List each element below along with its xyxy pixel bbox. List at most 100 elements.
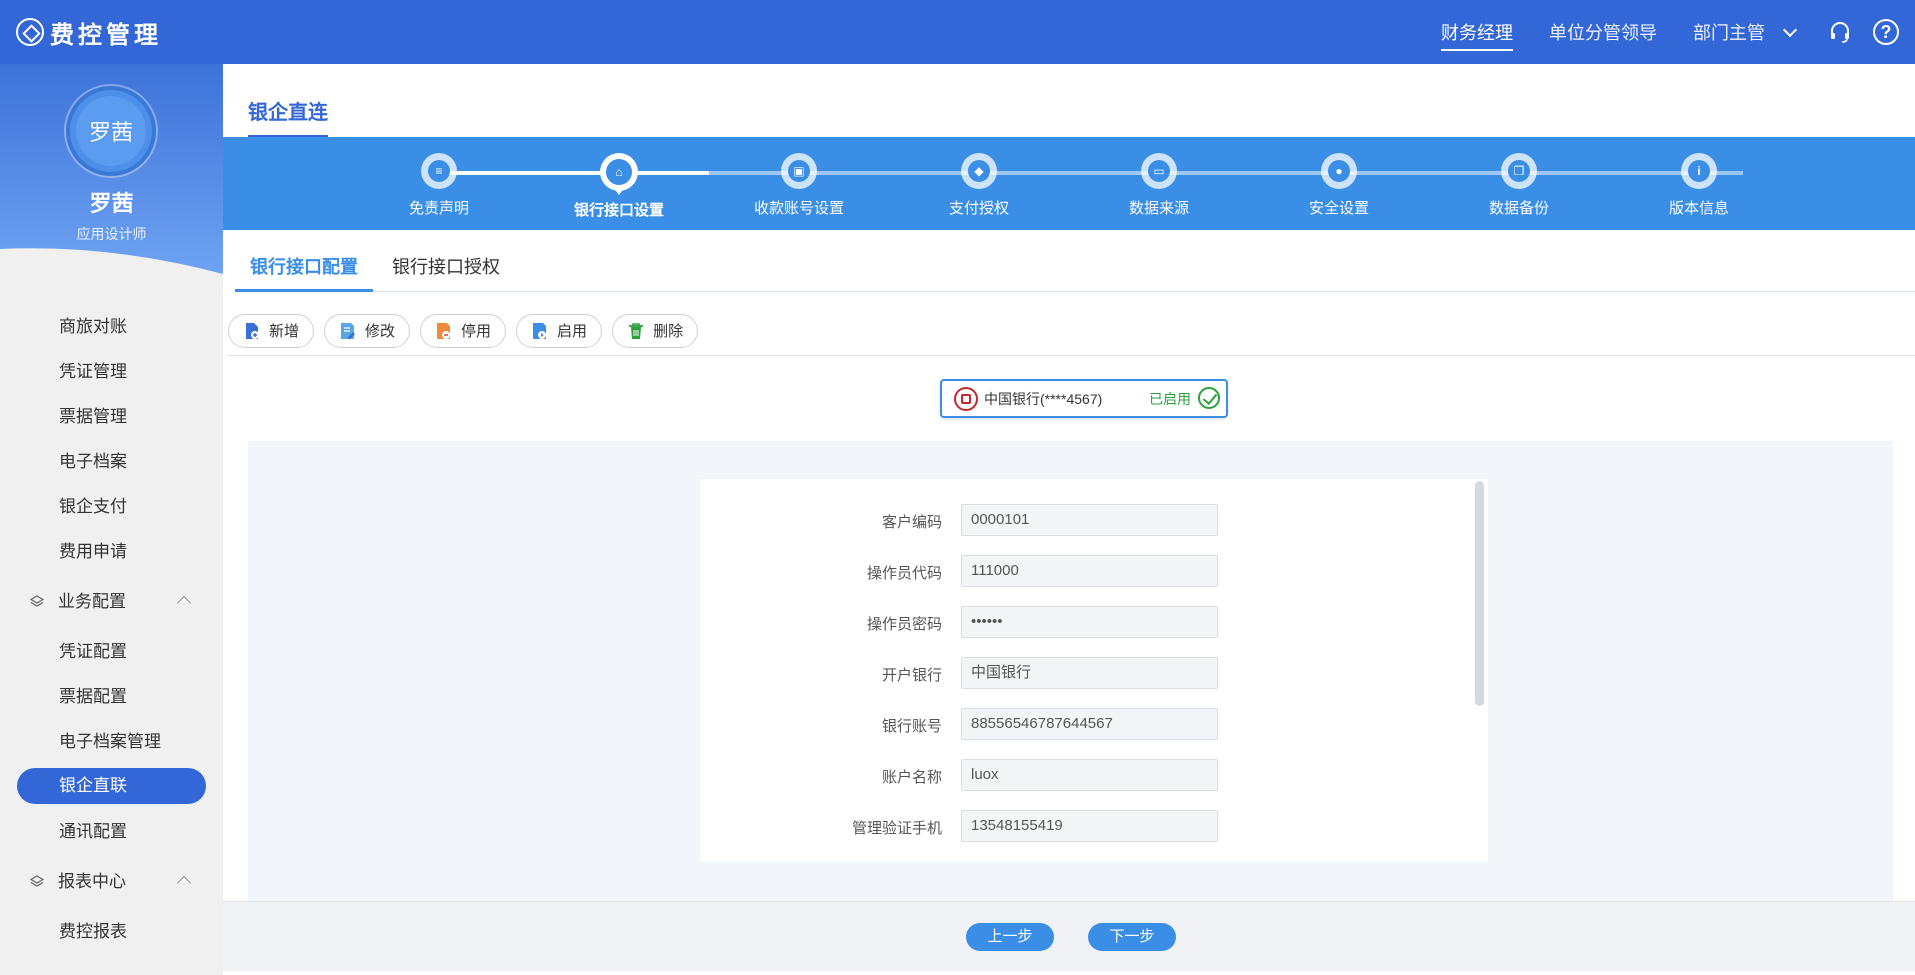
sidebar-item-expense-report[interactable]: 费控报表	[0, 909, 223, 954]
sidebar-item-business-travel[interactable]: 商旅对账	[0, 304, 223, 349]
add-doc-icon	[243, 322, 261, 340]
toolbar: 新增 修改 停用 启用 删除	[228, 306, 1915, 356]
field-label: 操作员密码	[866, 616, 942, 633]
disable-button[interactable]: 停用	[420, 313, 507, 348]
sidebar-group-label: 业务配置	[58, 592, 126, 611]
step-data-source[interactable]: ▭ 数据来源	[1079, 153, 1239, 218]
role-tab-finance-manager[interactable]: 财务经理	[1441, 11, 1513, 53]
field-label: 管理验证手机	[851, 820, 942, 837]
step-label: 银行接口设置	[573, 202, 664, 219]
step-bank-interface[interactable]: ⌂ 银行接口设置	[539, 153, 699, 220]
sidebar-item-voucher-config[interactable]: 凭证配置	[0, 629, 223, 674]
role-tab-unit-leader[interactable]: 单位分管领导	[1549, 11, 1657, 53]
step-dot: ▭	[1141, 153, 1177, 189]
step-data-backup[interactable]: ❐ 数据备份	[1439, 153, 1599, 218]
sidebar-item-comm-config[interactable]: 通讯配置	[0, 809, 223, 854]
disable-icon	[435, 322, 453, 340]
verify-phone-input[interactable]: 13548155419	[961, 810, 1218, 842]
logo-icon	[16, 18, 44, 46]
app-logo: 费控管理	[16, 16, 162, 49]
sidebar-item-invoice-config[interactable]: 票据配置	[0, 674, 223, 719]
step-label: 数据备份	[1488, 200, 1549, 217]
edit-button[interactable]: 修改	[324, 313, 411, 348]
chevron-down-icon	[1782, 22, 1798, 38]
headset-icon[interactable]	[1827, 19, 1853, 45]
field-label: 操作员代码	[866, 565, 942, 582]
step-label: 版本信息	[1668, 200, 1729, 217]
footer-bar: 上一步 下一步	[223, 901, 1915, 971]
add-button[interactable]: 新增	[228, 313, 315, 348]
opening-bank-input[interactable]: 中国银行	[961, 657, 1218, 689]
form-scrollbar[interactable]	[1475, 481, 1484, 706]
operator-code-input[interactable]: 111000	[961, 555, 1218, 587]
next-step-button[interactable]: 下一步	[1088, 923, 1176, 951]
user-name: 罗茜	[89, 191, 134, 216]
sidebar-group-report-center[interactable]: 报表中心	[0, 854, 223, 909]
page-tab-bank-direct[interactable]: 银企直连	[248, 96, 328, 138]
step-security[interactable]: ● 安全设置	[1259, 153, 1419, 218]
sidebar-item-voucher[interactable]: 凭证管理	[0, 349, 223, 394]
user-role: 应用设计师	[76, 226, 147, 242]
profile-panel: 罗茜 罗茜 应用设计师	[0, 64, 223, 274]
sidebar-item-e-archive-mgmt[interactable]: 电子档案管理	[0, 719, 223, 764]
field-label: 银行账号	[881, 718, 942, 735]
delete-button[interactable]: 删除	[612, 313, 699, 348]
field-customer-code: 客户编码 0000101	[700, 504, 1488, 536]
avatar[interactable]: 罗茜	[66, 86, 156, 176]
step-receiving-account[interactable]: ▣ 收款账号设置	[719, 153, 879, 218]
step-version-info[interactable]: i 版本信息	[1619, 153, 1779, 218]
disable-label: 停用	[461, 323, 492, 340]
bank-account-input[interactable]: 88556546787644567	[961, 708, 1218, 740]
operator-password-input[interactable]: ••••••	[961, 606, 1218, 638]
field-opening-bank: 开户银行 中国银行	[700, 657, 1488, 689]
customer-code-input[interactable]: 0000101	[961, 504, 1218, 536]
copy-icon: ❐	[1508, 160, 1530, 182]
step-dot: ●	[1321, 153, 1357, 189]
field-verify-phone: 管理验证手机 13548155419	[700, 810, 1488, 842]
sidebar-item-e-archive[interactable]: 电子档案	[0, 439, 223, 484]
delete-label: 删除	[653, 323, 684, 340]
top-nav: 财务经理 单位分管领导 部门主管 ?	[1441, 0, 1915, 64]
main-content: 银企直连 ≡ 免责声明 ⌂ 银行接口设置 ▣ 收款账号设置 ◆ 支付授权 ▭ 数…	[223, 64, 1915, 975]
bank-account-card[interactable]: 中国银行(****4567) 已启用	[940, 379, 1228, 418]
sidebar-item-invoice[interactable]: 票据管理	[0, 394, 223, 439]
sidebar-item-bank-direct[interactable]: 银企直联	[17, 768, 206, 804]
tab-bank-interface-auth[interactable]: 银行接口授权	[377, 242, 515, 292]
shield-icon: ◆	[968, 160, 990, 182]
account-name-input[interactable]: luox	[961, 759, 1218, 791]
role-tab-dept-head[interactable]: 部门主管	[1693, 11, 1798, 53]
step-progress-bar: ≡ 免责声明 ⌂ 银行接口设置 ▣ 收款账号设置 ◆ 支付授权 ▭ 数据来源 ●…	[223, 137, 1915, 230]
chevron-up-icon	[176, 875, 192, 891]
chevron-up-icon	[176, 595, 192, 611]
app-title: 费控管理	[50, 21, 162, 49]
field-bank-account: 银行账号 88556546787644567	[700, 708, 1488, 740]
form-area: 客户编码 0000101 操作员代码 111000 操作员密码 •••••• 开…	[248, 441, 1893, 901]
step-dot: ❐	[1501, 153, 1537, 189]
monitor-icon: ▭	[1148, 160, 1170, 182]
step-label: 收款账号设置	[753, 200, 844, 217]
enable-label: 启用	[557, 323, 588, 340]
prev-step-button[interactable]: 上一步	[966, 923, 1054, 951]
info-icon: i	[1688, 160, 1710, 182]
bank-icon: ⌂	[606, 159, 632, 185]
sidebar: 罗茜 罗茜 应用设计师 商旅对账 凭证管理 票据管理 电子档案 银企支付 费用申…	[0, 64, 223, 975]
step-dot: ▣	[781, 153, 817, 189]
sidebar-group-business-config[interactable]: 业务配置	[0, 574, 223, 629]
help-icon[interactable]: ?	[1873, 19, 1899, 45]
step-label: 安全设置	[1308, 200, 1369, 217]
edit-icon	[339, 322, 357, 340]
field-operator-code: 操作员代码 111000	[700, 555, 1488, 587]
enable-button[interactable]: 启用	[516, 313, 603, 348]
step-payment-auth[interactable]: ◆ 支付授权	[899, 153, 1059, 218]
step-label: 免责声明	[408, 200, 469, 217]
user-card-icon: ▣	[788, 160, 810, 182]
step-dot: ◆	[961, 153, 997, 189]
step-label: 支付授权	[948, 200, 1009, 217]
step-disclaimer[interactable]: ≡ 免责声明	[359, 153, 519, 218]
avatar-text: 罗茜	[76, 96, 146, 166]
layers-icon	[30, 594, 44, 607]
field-account-name: 账户名称 luox	[700, 759, 1488, 791]
tab-bank-interface-config[interactable]: 银行接口配置	[235, 242, 373, 292]
sidebar-item-bank-payment[interactable]: 银企支付	[0, 484, 223, 529]
sidebar-item-expense-request[interactable]: 费用申请	[0, 529, 223, 574]
